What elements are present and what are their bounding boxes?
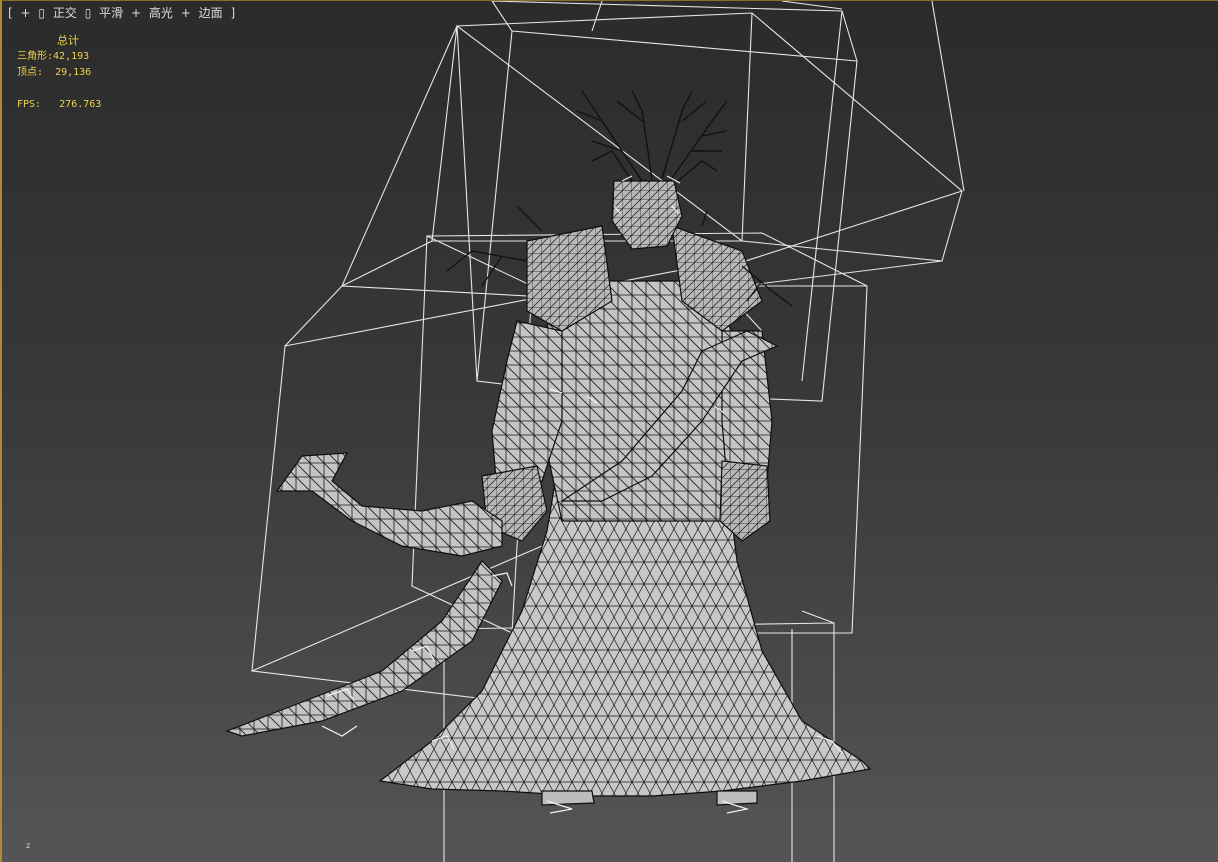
shading-edged-faces[interactable]: 边面: [199, 6, 223, 20]
shading-icon: ▯: [84, 6, 92, 20]
scene-statistics: 总计 三角形:42,193 顶点: 29,136 FPS: 276.763: [17, 33, 101, 113]
foot-right: [716, 790, 758, 806]
blade-tail: [225, 560, 503, 737]
view-mode-orthographic[interactable]: 正交: [53, 6, 77, 20]
curved-blade: [275, 452, 503, 557]
vertices-label: 顶点:: [17, 67, 44, 78]
crown-antlers: [576, 90, 728, 182]
view-mode-icon: ▯: [38, 6, 46, 20]
shading-mode-smooth[interactable]: 平滑: [99, 6, 123, 20]
viewport-bracket-open: [: [8, 6, 13, 20]
head: [611, 180, 683, 250]
viewport-menu-button[interactable]: +: [21, 6, 31, 20]
edges-plus: +: [180, 6, 191, 20]
triangles-value: 42,193: [53, 51, 90, 62]
viewport-label-menu[interactable]: [ + ▯ 正交 ▯ 平滑 + 高光 + 边面 ]: [8, 4, 239, 21]
fps-label: FPS:: [17, 99, 42, 110]
highlight-plus: +: [130, 6, 142, 20]
stats-total-header: 总计: [57, 34, 79, 47]
stats-vertices: 顶点: 29,136: [17, 65, 101, 81]
triangles-label: 三角形:: [17, 51, 54, 62]
fps-value: 276.763: [59, 99, 102, 110]
bounding-box-wing: [591, 1, 965, 192]
shading-highlights[interactable]: 高光: [149, 6, 173, 20]
foot-left: [541, 790, 595, 806]
perspective-viewport[interactable]: [ + ▯ 正交 ▯ 平滑 + 高光 + 边面 ] 总计 三角形:42,193 …: [0, 0, 1218, 862]
bounding-box-head: [341, 12, 963, 302]
axis-gizmo: z: [26, 841, 30, 850]
axis-z-label: z: [26, 841, 31, 850]
viewport-bracket-close: ]: [230, 6, 236, 20]
scene-render[interactable]: [2, 1, 1218, 862]
stats-triangles: 三角形:42,193: [17, 49, 101, 65]
character-mesh: [225, 90, 872, 806]
stats-fps: FPS: 276.763: [17, 97, 101, 113]
vertices-value: 29,136: [55, 67, 92, 78]
